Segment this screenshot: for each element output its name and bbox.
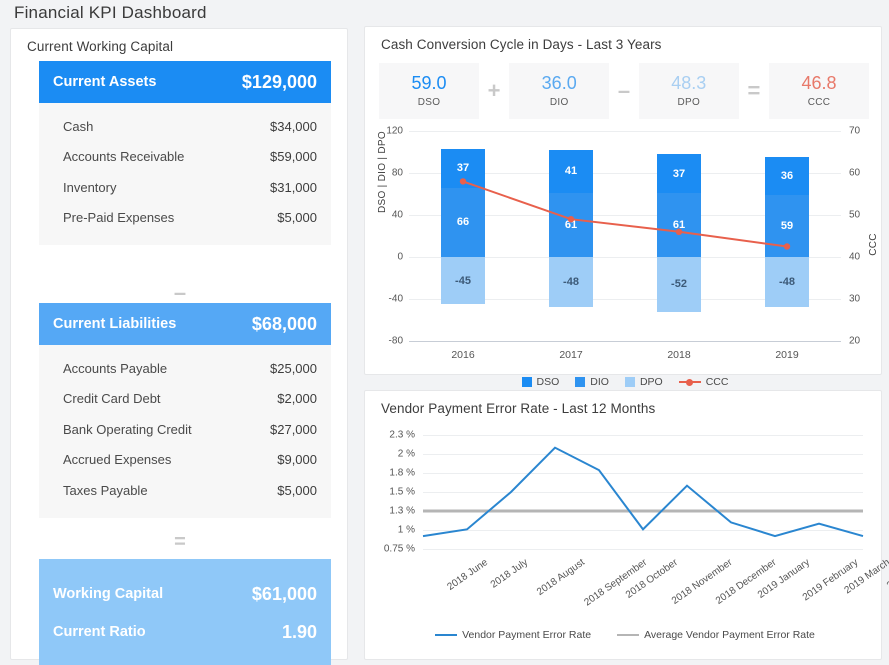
working-capital-title: Current Working Capital (27, 39, 174, 54)
line-item-row: Credit Card Debt $2,000 (39, 384, 331, 415)
current-assets-block: Current Assets $129,000 Cash $34,000 Accou… (39, 61, 331, 245)
kpi-operator: + (487, 78, 501, 104)
line-item-label: Cash (63, 118, 94, 134)
kpi-card-dpo: 48.3 DPO (638, 63, 739, 119)
legend-color-swatch (624, 377, 635, 387)
line-item-value: $2,000 (277, 391, 317, 407)
kpi-caption: DSO (417, 96, 441, 108)
line-item-value: $59,000 (270, 149, 317, 165)
legend-label: DSO (536, 376, 560, 388)
current-liabilities-block: Current Liabilities $68,000 Accounts Pay… (39, 303, 331, 518)
result-label: Working Capital (53, 586, 164, 602)
kpi-caption: DPO (677, 96, 701, 108)
legend-line-swatch (678, 378, 701, 386)
result-label: Current Ratio (53, 624, 146, 640)
line-item-label: Pre-Paid Expenses (63, 210, 175, 226)
minus-operator: – (173, 280, 187, 305)
result-row: Current Ratio 1.90 (53, 613, 317, 651)
legend-item-dso[interactable]: DSO (521, 376, 560, 388)
result-row: Working Capital $61,000 (53, 575, 317, 613)
current-liabilities-header: Current Liabilities $68,000 (39, 303, 331, 345)
line-item-row: Accrued Expenses $9,000 (39, 445, 331, 476)
line-item-value: $34,000 (270, 118, 317, 134)
legend-item-dio[interactable]: DIO (575, 376, 609, 388)
ccc-line-overlay (459, 178, 791, 250)
ccc-chart-title: Cash Conversion Cycle in Days - Last 3 Y… (381, 37, 662, 52)
kpi-card-dio: 36.0 DIO (509, 63, 610, 119)
line-item-value: $25,000 (270, 360, 317, 376)
legend-item-dpo[interactable]: DPO (624, 376, 663, 388)
line-item-row: Bank Operating Credit $27,000 (39, 414, 331, 445)
current-assets-rows: Cash $34,000 Accounts Receivable $59,000 Inv… (39, 103, 331, 245)
legend-color-swatch (521, 377, 532, 387)
legend-label: DIO (590, 376, 609, 388)
vendor-error-rate-card: Vendor Payment Error Rate - Last 12 Mont… (364, 390, 889, 660)
vendor-chart-legend: Vendor Payment Error Rate Average Vendor … (379, 629, 871, 641)
result-value: $61,000 (251, 583, 317, 604)
kpi-operator: – (617, 78, 631, 104)
line-item-value: $27,000 (270, 421, 317, 437)
current-assets-header: Current Assets $129,000 (39, 61, 331, 103)
line-item-label: Credit Card Debt (63, 391, 161, 407)
legend-label: CCC (705, 376, 729, 388)
page-title: Financial KPI Dashboard (14, 3, 207, 22)
line-item-row: Pre-Paid Expenses $5,000 (39, 203, 331, 234)
equals-operator: = (174, 531, 186, 553)
kpi-card-ccc: 46.8 CCC (769, 63, 869, 119)
kpi-value: 36.0 (541, 73, 577, 94)
legend-item-vendor-error-rate[interactable]: Vendor Payment Error Rate (435, 629, 591, 641)
working-capital-card: Current Working Capital Current Assets $… (10, 28, 348, 665)
line-item-row: Accounts Payable $25,000 (39, 353, 331, 384)
ccc-bar-chart: DSO | DIO | DPO CCC 120 80 40 0 -40 -80 70 60 50… (377, 126, 879, 367)
result-value: 1.90 (281, 621, 317, 642)
legend-color-swatch (575, 377, 586, 387)
current-liabilities-label: Current Liabilities (53, 316, 177, 332)
line-item-value: $31,000 (270, 179, 317, 195)
legend-label: Vendor Payment Error Rate (462, 629, 592, 641)
line-item-label: Accounts Payable (63, 360, 168, 376)
working-capital-result-rows: Working Capital $61,000 Current Ratio 1.90 (39, 559, 331, 665)
legend-label: DPO (639, 376, 663, 388)
line-item-row: Taxes Payable $5,000 (39, 475, 331, 506)
current-liabilities-rows: Accounts Payable $25,000 Credit Card Debt $… (39, 345, 331, 518)
kpi-value: 46.8 (801, 73, 837, 94)
line-item-label: Accrued Expenses (63, 452, 172, 468)
legend-line-swatch (435, 634, 458, 636)
ccc-chart-legend: DSO DIO DPO CCC (379, 376, 871, 388)
legend-item-ccc[interactable]: CCC (678, 376, 729, 388)
line-item-row: Cash $34,000 (39, 111, 331, 142)
legend-label: Average Vendor Payment Error Rate (644, 629, 815, 641)
line-item-label: Accounts Receivable (63, 149, 185, 165)
line-item-label: Inventory (63, 179, 117, 195)
working-capital-result-block: Working Capital $61,000 Current Ratio 1.90 (39, 559, 331, 665)
legend-item-average-error-rate[interactable]: Average Vendor Payment Error Rate (617, 629, 815, 641)
line-item-value: $5,000 (277, 482, 317, 498)
dashboard-root: Financial KPI Dashboard Current Working … (0, 0, 889, 665)
current-liabilities-value: $68,000 (251, 313, 317, 334)
line-item-value: $9,000 (277, 452, 317, 468)
kpi-caption: CCC (807, 96, 831, 108)
current-assets-value: $129,000 (241, 71, 317, 92)
kpi-caption: DIO (549, 96, 569, 108)
ccc-kpi-strip: 59.0 DSO +36.0 DIO – 48.3 DPO = 46.8 CCC (379, 63, 869, 119)
kpi-value: 59.0 (411, 73, 447, 94)
vendor-chart-title: Vendor Payment Error Rate - Last 12 Mont… (381, 401, 656, 416)
line-item-row: Inventory $31,000 (39, 172, 331, 203)
legend-line-swatch (617, 634, 640, 636)
kpi-card-dso: 59.0 DSO (379, 63, 479, 119)
line-item-label: Taxes Payable (63, 482, 148, 498)
line-item-row: Accounts Receivable $59,000 (39, 142, 331, 173)
vendor-error-rate-chart: 2.3 % 2 % 1.8 % 1.5 % 1.3 % 1 % 0.75 % 2018 Jun… (379, 429, 889, 619)
current-assets-label: Current Assets (53, 74, 157, 90)
line-item-label: Bank Operating Credit (63, 421, 192, 437)
kpi-operator: = (747, 78, 761, 104)
line-item-value: $5,000 (277, 210, 317, 226)
cash-conversion-cycle-card: Cash Conversion Cycle in Days - Last 3 Y… (364, 26, 882, 388)
kpi-value: 48.3 (671, 73, 707, 94)
